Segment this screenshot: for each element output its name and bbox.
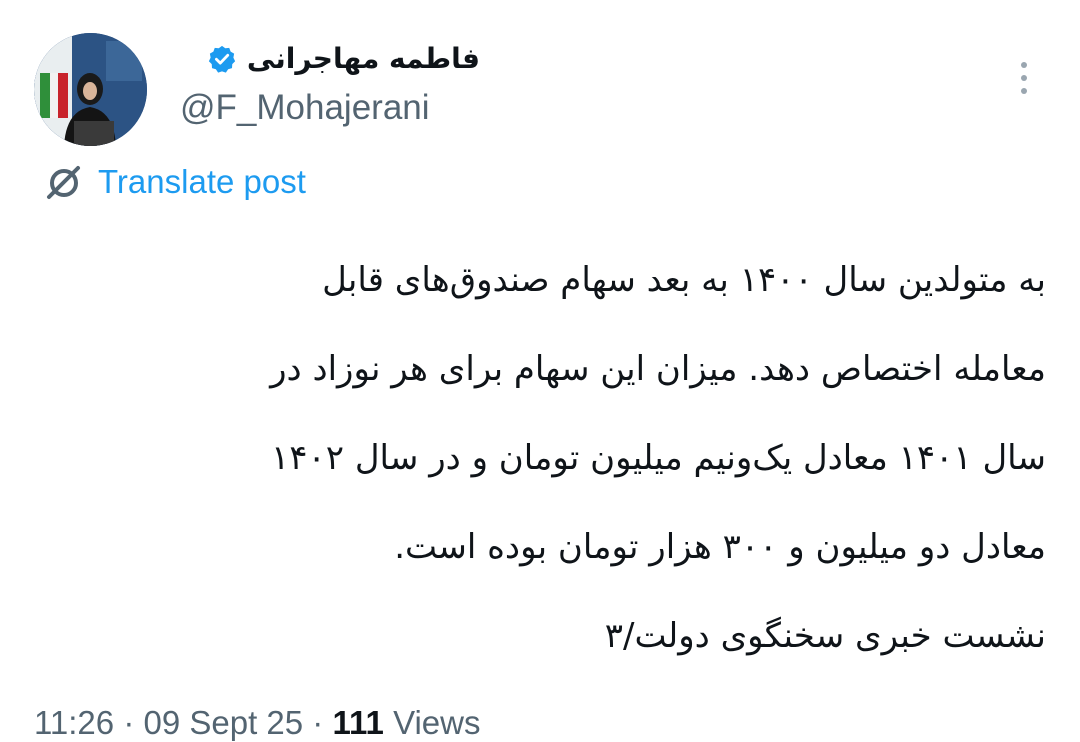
meta-separator: · <box>312 704 324 741</box>
post-line: نشست خبری سخنگوی دولت/۳ <box>604 616 1046 656</box>
profile-photo <box>34 33 147 146</box>
views-label: Views <box>393 704 481 741</box>
verified-badge-icon <box>208 45 236 73</box>
more-vertical-icon[interactable] <box>1012 58 1036 98</box>
post-line: معادل دو میلیون و ۳۰۰ هزار تومان بوده اس… <box>394 527 1046 567</box>
translate-post-button[interactable]: Translate post <box>44 162 306 202</box>
post-meta: 11:26 · 09 Sept 25 · 111 Views <box>34 704 481 742</box>
avatar[interactable] <box>34 33 147 146</box>
post-date[interactable]: 09 Sept 25 <box>143 704 303 741</box>
post-text: به متولدین سال ۱۴۰۰ به بعد سهام صندوق‌ها… <box>46 236 1046 681</box>
post-line: سال ۱۴۰۱ معادل یک‌ونیم میلیون تومان و در… <box>270 438 1046 478</box>
meta-separator: · <box>123 704 135 741</box>
translate-post-label: Translate post <box>98 163 306 200</box>
author-name-row[interactable]: فاطمه مهاجرانی <box>207 42 480 75</box>
post-line: به متولدین سال ۱۴۰۰ به بعد سهام صندوق‌ها… <box>322 260 1046 300</box>
globe-icon <box>47 166 80 199</box>
author-display-name: فاطمه مهاجرانی <box>246 42 480 75</box>
post-time[interactable]: 11:26 <box>34 704 114 741</box>
views-count: 111 <box>332 704 384 741</box>
post-line: معامله اختصاص دهد. میزان این سهام برای ه… <box>270 349 1046 389</box>
author-handle[interactable]: @F_Mohajerani <box>180 88 430 128</box>
